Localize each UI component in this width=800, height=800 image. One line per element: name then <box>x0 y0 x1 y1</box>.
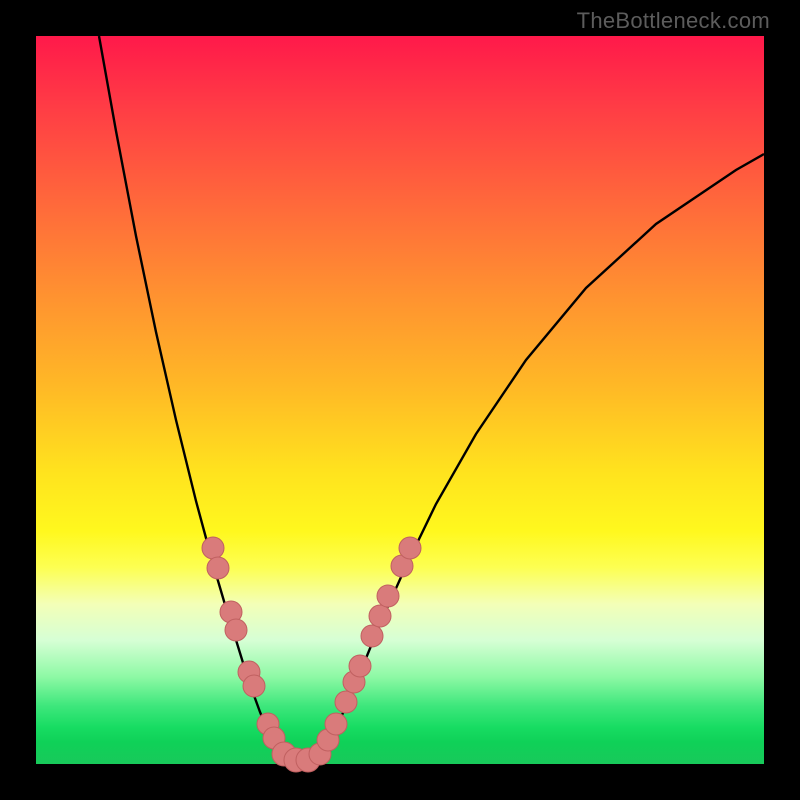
left-curve-path <box>99 36 284 760</box>
data-marker <box>202 537 224 559</box>
curve-svg <box>36 36 764 764</box>
data-marker <box>349 655 371 677</box>
data-marker <box>325 713 347 735</box>
data-marker <box>335 691 357 713</box>
data-marker <box>225 619 247 641</box>
watermark-text: TheBottleneck.com <box>577 8 770 34</box>
data-marker <box>399 537 421 559</box>
data-marker <box>377 585 399 607</box>
plot-area <box>36 36 764 764</box>
data-markers <box>202 537 421 772</box>
data-marker <box>369 605 391 627</box>
right-curve-path <box>316 154 764 760</box>
data-marker <box>207 557 229 579</box>
data-marker <box>243 675 265 697</box>
chart-frame: TheBottleneck.com <box>0 0 800 800</box>
data-marker <box>361 625 383 647</box>
